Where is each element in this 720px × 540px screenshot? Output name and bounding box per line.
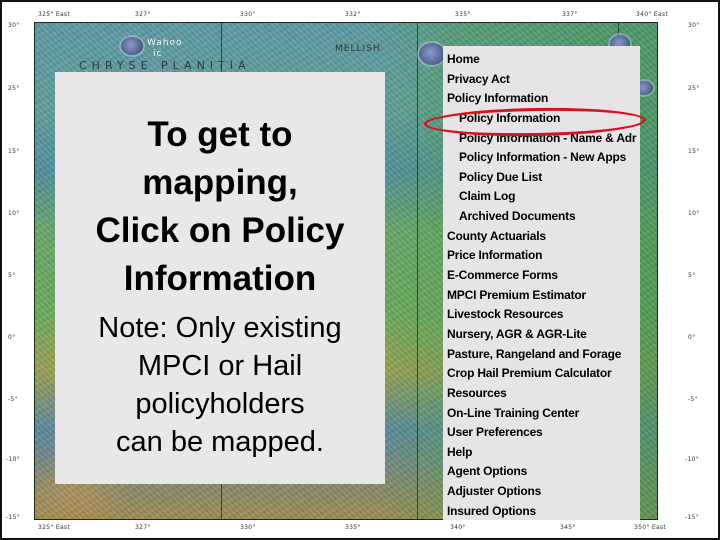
tick-label: 25° xyxy=(688,85,700,92)
menu-item-mpci-premium-estimator[interactable]: MPCI Premium Estimator xyxy=(443,286,640,306)
instruction-panel: To get to mapping, Click on Policy Infor… xyxy=(55,72,385,484)
map-gridline xyxy=(417,23,418,519)
tick-label: 30° xyxy=(8,22,20,29)
tick-label: 10° xyxy=(8,210,20,217)
instruction-note-line: policyholders xyxy=(135,388,305,420)
menu-item-home[interactable]: Home xyxy=(443,50,640,70)
tick-label: -15° xyxy=(685,514,699,521)
tick-label: 0° xyxy=(688,334,696,341)
instruction-title-line: To get to xyxy=(147,115,293,154)
instruction-note: Note: Only existing MPCI or Hail policyh… xyxy=(55,309,385,461)
instruction-note-line: can be mapped. xyxy=(116,426,324,458)
menu-item-resources[interactable]: Resources xyxy=(443,384,640,404)
tick-label: -10° xyxy=(685,456,699,463)
tick-label: 0° xyxy=(8,334,16,341)
tick-label: -5° xyxy=(688,396,698,403)
tick-label: 340° xyxy=(450,524,466,531)
instruction-note-line: Note: Only existing xyxy=(98,312,342,344)
tick-label: 335° xyxy=(345,524,361,531)
tick-label: 337° xyxy=(562,11,578,18)
menu-item-adjuster-options[interactable]: Adjuster Options xyxy=(443,482,640,502)
tick-label: 15° xyxy=(8,148,20,155)
menu-item-e-commerce-forms[interactable]: E-Commerce Forms xyxy=(443,266,640,286)
instruction-title-line: Information xyxy=(123,259,317,298)
menu-item-agent-options[interactable]: Agent Options xyxy=(443,462,640,482)
menu-item-crop-hail-premium-calculator[interactable]: Crop Hail Premium Calculator xyxy=(443,364,640,384)
tick-label: 350° East xyxy=(634,524,667,531)
menu-item-privacy-act[interactable]: Privacy Act xyxy=(443,70,640,90)
tick-label: 335° xyxy=(455,11,471,18)
menu-item-pasture-rangeland-forage[interactable]: Pasture, Rangeland and Forage xyxy=(443,345,640,365)
menu-item-policy-information[interactable]: Policy Information xyxy=(443,89,640,109)
map-label-crater: Wahoo xyxy=(147,38,183,48)
crater-icon xyxy=(121,37,143,55)
menu-item-help[interactable]: Help xyxy=(443,443,640,463)
menu-item-user-preferences[interactable]: User Preferences xyxy=(443,423,640,443)
tick-label: 325° East xyxy=(38,524,71,531)
tick-label: 327° xyxy=(135,524,151,531)
instruction-title-line: mapping, xyxy=(142,163,298,202)
menu-item-insured-options[interactable]: Insured Options xyxy=(443,502,640,522)
tick-label: 325° East xyxy=(38,11,71,18)
tick-label: 5° xyxy=(8,272,16,279)
submenu-item-policy-information-name-adr[interactable]: Policy Information - Name & Adr xyxy=(443,129,640,149)
tick-label: 330° xyxy=(240,524,256,531)
instruction-title: To get to mapping, Click on Policy Infor… xyxy=(55,111,385,303)
navigation-menu: Home Privacy Act Policy Information Poli… xyxy=(443,46,640,520)
crater-icon xyxy=(419,43,445,65)
menu-item-nursery-agr[interactable]: Nursery, AGR & AGR-Lite xyxy=(443,325,640,345)
tick-label: -10° xyxy=(6,456,20,463)
tick-label: 5° xyxy=(688,272,696,279)
menu-item-county-actuarials[interactable]: County Actuarials xyxy=(443,227,640,247)
tick-label: 332° xyxy=(345,11,361,18)
tick-label: -15° xyxy=(6,514,20,521)
instruction-title-line: Click on Policy xyxy=(95,211,345,250)
menu-item-price-information[interactable]: Price Information xyxy=(443,246,640,266)
submenu-item-policy-due-list[interactable]: Policy Due List xyxy=(443,168,640,188)
tick-label: 327° xyxy=(135,11,151,18)
tick-label: -5° xyxy=(8,396,18,403)
submenu-item-claim-log[interactable]: Claim Log xyxy=(443,187,640,207)
submenu-item-policy-information-new-apps[interactable]: Policy Information - New Apps xyxy=(443,148,640,168)
map-label-crater-sub: ic xyxy=(153,49,163,59)
menu-item-livestock-resources[interactable]: Livestock Resources xyxy=(443,305,640,325)
tick-label: 25° xyxy=(8,85,20,92)
map-label-region: CHRYSE PLANITIA xyxy=(79,59,251,72)
tick-label: 340° East xyxy=(636,11,669,18)
tick-label: 330° xyxy=(240,11,256,18)
map-label-crater: MELLISH xyxy=(335,44,381,54)
submenu-item-policy-information[interactable]: Policy Information xyxy=(443,109,640,129)
menu-item-online-training-center[interactable]: On-Line Training Center xyxy=(443,404,640,424)
tick-label: 30° xyxy=(688,22,700,29)
tick-label: 15° xyxy=(688,148,700,155)
tick-label: 10° xyxy=(688,210,700,217)
submenu-item-archived-documents[interactable]: Archived Documents xyxy=(443,207,640,227)
tick-label: 345° xyxy=(560,524,576,531)
instruction-note-line: MPCI or Hail xyxy=(137,350,303,382)
